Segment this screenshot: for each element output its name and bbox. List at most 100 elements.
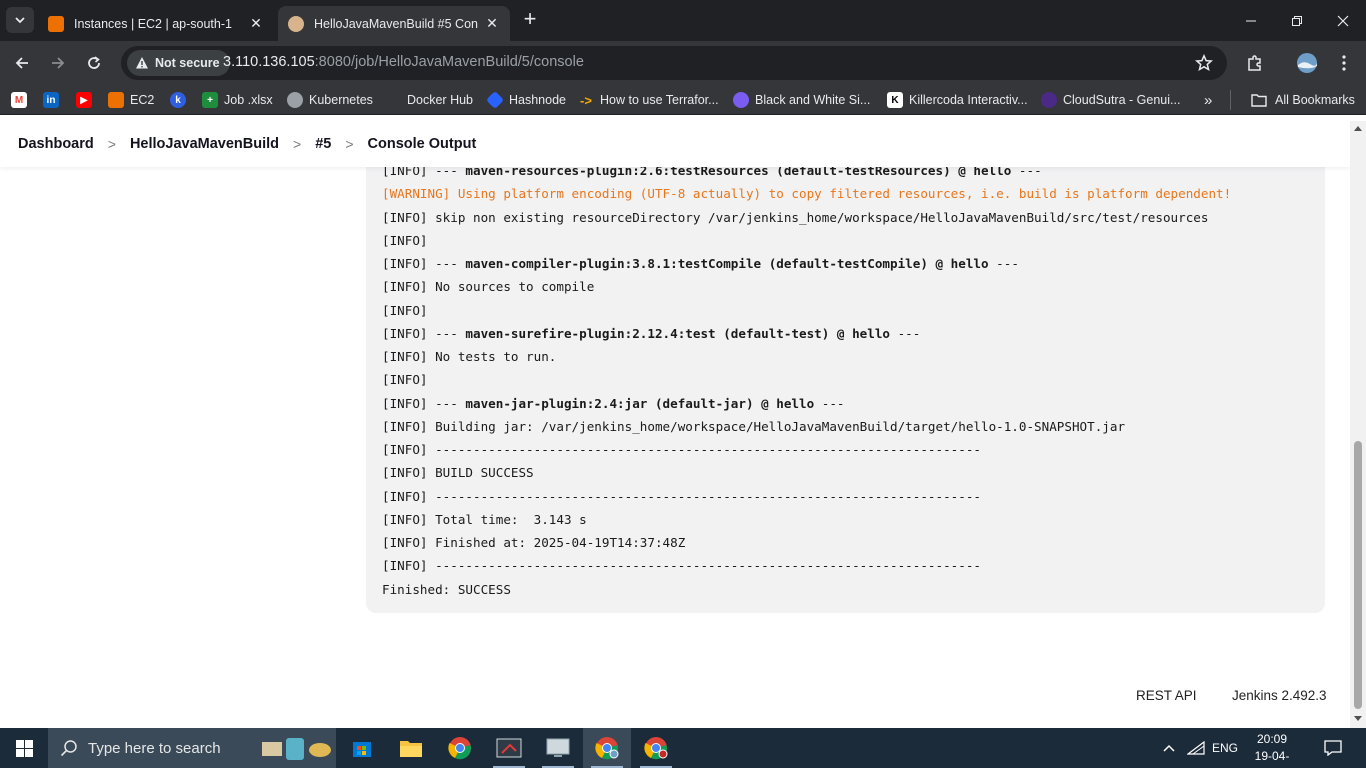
taskbar-chrome-profile[interactable] <box>632 728 680 768</box>
profile-avatar-button[interactable] <box>1295 51 1319 75</box>
reload-icon <box>88 56 100 69</box>
extensions-button[interactable] <box>1243 51 1267 75</box>
console-line: [WARNING] Using platform encoding (UTF-8… <box>382 182 1231 205</box>
console-line: [INFO] --- maven-jar-plugin:2.4:jar (def… <box>382 392 1231 415</box>
taskbar-chrome[interactable] <box>436 728 484 768</box>
minimize-icon <box>1246 20 1256 21</box>
taskbar-store[interactable] <box>338 728 386 768</box>
bookmark-label: CloudSutra - Genui... <box>1063 93 1181 107</box>
bookmark-docker-hub[interactable]: Docker Hub <box>385 90 473 110</box>
tab-ec2-instances[interactable]: Instances | EC2 | ap-south-1 ✕ <box>38 6 274 41</box>
page-scrollbar[interactable] <box>1350 121 1366 728</box>
taskbar-file-explorer[interactable] <box>387 728 435 768</box>
search-icon <box>60 740 77 757</box>
console-line-text: [INFO] <box>382 302 436 318</box>
console-line-suffix: --- <box>814 395 845 411</box>
console-line: [INFO] BUILD SUCCESS <box>382 461 1231 484</box>
bookmark-star-button[interactable] <box>1194 53 1214 77</box>
all-bookmarks-button[interactable]: All Bookmarks <box>1230 90 1355 110</box>
scroll-up-icon[interactable] <box>1354 126 1362 131</box>
docker-icon <box>385 92 401 108</box>
address-bar[interactable]: Not secure 3.110.136.105:8080/job/HelloJ… <box>121 46 1227 80</box>
bookmark-kubernetes[interactable]: Kubernetes <box>287 90 373 110</box>
notification-icon <box>1324 740 1342 756</box>
tab-title: HelloJavaMavenBuild #5 Console <box>314 16 478 31</box>
breadcrumb-job[interactable]: HelloJavaMavenBuild <box>130 136 279 152</box>
url-text[interactable]: 3.110.136.105:8080/job/HelloJavaMavenBui… <box>223 54 584 70</box>
bookmarks-overflow-button[interactable]: » <box>1204 90 1212 110</box>
back-button[interactable] <box>10 51 34 75</box>
chevron-right-icon: > <box>107 136 116 152</box>
taskbar-search-box[interactable]: Type here to search <box>48 728 336 768</box>
bookmark-youtube[interactable]: ▶ <box>76 90 98 110</box>
console-line: Finished: SUCCESS <box>382 578 1231 601</box>
bookmark-kodekloud[interactable]: k <box>170 90 192 110</box>
bookmark-killercoda[interactable]: K Killercoda Interactiv... <box>887 90 1028 110</box>
not-secure-badge[interactable]: Not secure <box>127 50 230 76</box>
sheets-icon: + <box>202 92 218 108</box>
console-line-text: Finished: SUCCESS <box>382 581 511 597</box>
close-window-button[interactable] <box>1320 0 1366 41</box>
console-line: [INFO] ---------------------------------… <box>382 485 1231 508</box>
tray-overflow-button[interactable] <box>1162 728 1176 768</box>
forward-button[interactable] <box>46 51 70 75</box>
console-line: [INFO] <box>382 368 1231 391</box>
console-line: [INFO] Building jar: /var/jenkins_home/w… <box>382 415 1231 438</box>
star-icon <box>1194 53 1214 72</box>
console-line-text: [INFO] --- <box>382 325 466 341</box>
new-tab-button[interactable]: + <box>518 8 542 32</box>
console-line: [INFO] --- maven-compiler-plugin:3.8.1:t… <box>382 252 1231 275</box>
start-button[interactable] <box>0 728 48 768</box>
notifications-button[interactable] <box>1324 728 1342 768</box>
bookmark-linkedin[interactable]: in <box>43 90 65 110</box>
arrow-right-icon <box>52 57 65 69</box>
kebab-menu-icon <box>1342 55 1346 71</box>
bookmark-terraform[interactable]: -> How to use Terrafor... <box>578 90 719 110</box>
taskbar-chrome-active[interactable] <box>583 728 631 768</box>
cloudsutra-icon <box>1041 92 1057 108</box>
clock[interactable]: 20:09 19-04-2025 <box>1244 731 1300 782</box>
bookmark-gmail[interactable]: M <box>11 90 33 110</box>
minimize-button[interactable] <box>1228 0 1274 41</box>
close-icon[interactable]: ✕ <box>248 15 264 32</box>
tab-console-output[interactable]: HelloJavaMavenBuild #5 Console ✕ <box>278 6 510 41</box>
scroll-down-icon[interactable] <box>1354 716 1362 721</box>
aws-icon <box>48 15 64 32</box>
bookmark-cloudsutra[interactable]: CloudSutra - Genui... <box>1041 90 1180 110</box>
jenkins-version-link[interactable]: Jenkins 2.492.3 <box>1232 688 1327 703</box>
breadcrumb-console-output[interactable]: Console Output <box>368 136 477 152</box>
bookmark-ec2[interactable]: EC2 <box>108 90 154 110</box>
close-icon[interactable]: ✕ <box>484 15 500 32</box>
tab-search-button[interactable] <box>6 7 34 33</box>
browser-menu-button[interactable] <box>1332 51 1356 75</box>
hashnode-icon <box>485 90 505 110</box>
canva-icon <box>733 92 749 108</box>
bookmark-label: Kubernetes <box>309 93 373 107</box>
taskbar-snipping-tool[interactable] <box>485 728 533 768</box>
reload-button[interactable] <box>82 51 106 75</box>
restore-button[interactable] <box>1274 0 1320 41</box>
search-highlight-icon <box>260 734 334 762</box>
browser-toolbar: Not secure 3.110.136.105:8080/job/HelloJ… <box>0 41 1366 85</box>
bookmark-hashnode[interactable]: Hashnode <box>485 90 566 110</box>
rest-api-link[interactable]: REST API <box>1136 688 1197 703</box>
taskbar-remote-desktop[interactable] <box>534 728 582 768</box>
console-line-plugin: maven-compiler-plugin:3.8.1:testCompile … <box>465 256 989 271</box>
console-line-text: [INFO] <box>382 372 436 388</box>
wifi-icon <box>1187 741 1205 755</box>
bookmark-label: Killercoda Interactiv... <box>909 93 1028 107</box>
breadcrumb-dashboard[interactable]: Dashboard <box>18 136 94 152</box>
console-line-suffix: --- <box>890 325 921 341</box>
language-indicator[interactable]: ENG <box>1212 728 1238 768</box>
bookmark-black-white[interactable]: Black and White Si... <box>733 90 870 110</box>
console-line-text: [INFO] ---------------------------------… <box>382 488 981 504</box>
chevron-down-icon <box>15 17 25 24</box>
breadcrumb-build[interactable]: #5 <box>315 136 331 152</box>
network-button[interactable] <box>1187 728 1205 768</box>
scrollbar-thumb[interactable] <box>1354 441 1362 709</box>
console-line: [INFO] No tests to run. <box>382 345 1231 368</box>
bookmark-job-xlsx[interactable]: + Job .xlsx <box>202 90 273 110</box>
chevron-right-icon: > <box>293 136 302 152</box>
bookmark-label: Hashnode <box>509 93 566 107</box>
bookmark-label: Docker Hub <box>407 93 473 107</box>
